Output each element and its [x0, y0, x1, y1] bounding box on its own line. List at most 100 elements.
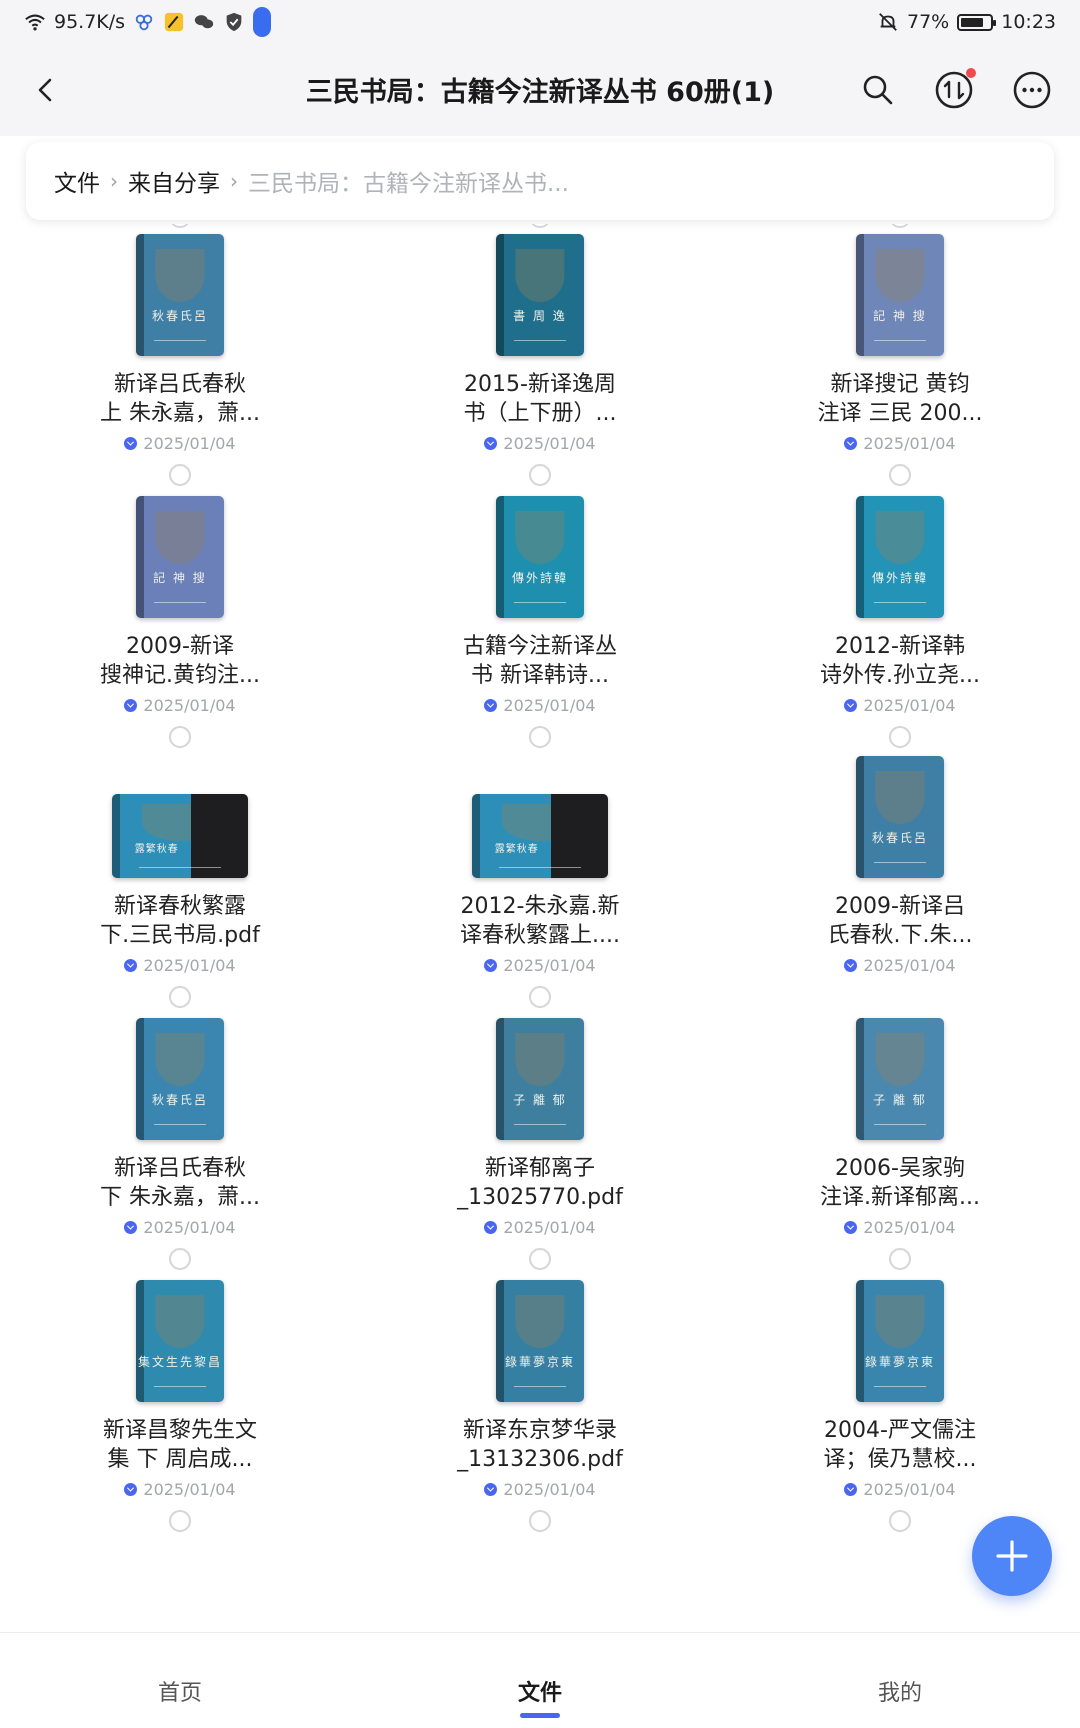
file-name-line2: _13132306.pdf [457, 1447, 623, 1472]
select-checkbox[interactable] [529, 1510, 551, 1532]
downloaded-icon [844, 437, 858, 450]
breadcrumb-shared[interactable]: 来自分享 [128, 164, 220, 198]
cover-title: 傳外詩韓 [871, 571, 928, 586]
file-name-line2: 诗外传.孙立尧... [820, 663, 980, 688]
select-checkbox[interactable] [169, 1248, 191, 1270]
book-cover-thumbnail: 秋春氏呂 [136, 1018, 224, 1140]
file-item[interactable]: 子 離 郁新译郁离子 _13025770.pdf 2025/01/04 [360, 1018, 720, 1237]
file-date: 2025/01/04 [503, 434, 596, 453]
file-name-line2: 注译.新译郁离... [820, 1185, 980, 1210]
file-date: 2025/01/04 [503, 956, 596, 975]
select-checkbox[interactable] [169, 464, 191, 486]
pen-app-icon [164, 12, 184, 32]
file-name: 新译吕氏春秋下 朱永嘉，萧... [95, 1154, 265, 1212]
downloaded-icon [844, 1221, 858, 1234]
file-item[interactable]: 秋春氏呂 2009-新译吕 氏春秋.下.朱... 2025/01/04 [720, 756, 1080, 975]
battery-percent: 77% [907, 11, 950, 33]
select-checkbox[interactable] [169, 986, 191, 1008]
chevron-right-icon: › [230, 169, 238, 193]
mute-icon [879, 13, 897, 31]
book-cover-thumbnail: 錄華夢京東 [856, 1280, 944, 1402]
file-item[interactable]: 傳外詩韓 2012-新译韩 诗外传.孙立尧... 2025/01/04 [720, 496, 1080, 715]
downloaded-icon [484, 437, 498, 450]
file-date-row: 2025/01/04 [484, 434, 596, 453]
file-name-line1: 2012-朱永嘉.新 [460, 894, 620, 919]
file-item[interactable]: 秋春氏呂新译吕氏春秋下 朱永嘉，萧... 2025/01/04 [0, 1018, 360, 1237]
file-date-row: 2025/01/04 [484, 696, 596, 715]
file-item[interactable]: 集文生先黎昌 新译昌黎先生文集 下 周启成... 2025/01/04 [0, 1280, 360, 1499]
file-name: 2009-新译 搜神记.黄钧注... [95, 632, 265, 690]
file-name-line1: 新译郁离子 [484, 1156, 595, 1181]
file-name: 2009-新译吕 氏春秋.下.朱... [815, 892, 985, 950]
back-button[interactable] [22, 66, 70, 114]
file-item[interactable]: 子 離 郁 2006-吴家驹 注译.新译郁离... 2025/01/04 [720, 1018, 1080, 1237]
app-notification-icon [135, 14, 153, 31]
status-bar: 95.7K/s 77% 10:23 [0, 0, 1080, 44]
select-checkbox[interactable] [529, 224, 551, 228]
select-checkbox[interactable] [889, 1248, 911, 1270]
file-item[interactable]: 記 神 搜新译搜记 黄钧 注译 三民 200... 2025/01/04 [720, 234, 1080, 453]
file-name-line2: 注译 三民 200... [817, 401, 983, 426]
file-date-row: 2025/01/04 [844, 434, 956, 453]
nav-tab-1[interactable]: 文件 [360, 1633, 720, 1728]
file-name-line1: 新译吕氏春秋 [113, 1156, 246, 1181]
file-name-line2: 译；侯乃慧校... [823, 1447, 977, 1472]
select-checkbox[interactable] [169, 1510, 191, 1532]
file-name-line1: 2015-新译逸周 [464, 372, 616, 397]
file-item[interactable]: 露繁秋春 新译春秋繁露 下.三民书局.pdf 2025/01/04 [0, 756, 360, 975]
shield-icon [226, 12, 242, 32]
file-date-row: 2025/01/04 [124, 956, 236, 975]
select-checkbox[interactable] [529, 726, 551, 748]
file-name-line2: 下 朱永嘉，萧... [100, 1185, 260, 1210]
file-date: 2025/01/04 [863, 696, 956, 715]
search-icon [863, 75, 893, 105]
file-date: 2025/01/04 [143, 1218, 236, 1237]
plus-icon [996, 1540, 1028, 1572]
file-item[interactable]: 露繁秋春 2012-朱永嘉.新 译春秋繁露上.... 2025/01/04 [360, 756, 720, 975]
file-date-row: 2025/01/04 [124, 1218, 236, 1237]
net-speed: 95.7K/s [54, 11, 126, 33]
nav-tab-2[interactable]: 我的 [720, 1633, 1080, 1728]
file-item[interactable]: 秋春氏呂 新译吕氏春秋上 朱永嘉，萧... 2025/01/04 [0, 234, 360, 453]
app-header: 三民书局：古籍今注新译丛书 60册(1) [0, 44, 1080, 136]
back-arrow-icon [38, 78, 52, 102]
app-pill-icon [253, 7, 272, 37]
more-button[interactable] [1008, 66, 1056, 114]
file-name-line2: 下.三民书局.pdf [100, 923, 260, 948]
select-checkbox[interactable] [889, 726, 911, 748]
file-item[interactable]: 錄華夢京東 2004-严文儒注 译；侯乃慧校... 2025/01/04 [720, 1280, 1080, 1499]
file-grid: 秋春氏呂 新译吕氏春秋上 朱永嘉，萧... 2025/01/04 書 周 逸 2015-… [0, 224, 1080, 1632]
downloaded-icon [484, 1221, 498, 1234]
select-checkbox[interactable] [169, 224, 191, 228]
file-item[interactable]: 錄華夢京東 新译东京梦华录 _13132306.pdf 2025/01/04 [360, 1280, 720, 1499]
breadcrumb: 文件 › 来自分享 › 三民书局：古籍今注新译丛书... [26, 142, 1054, 220]
select-checkbox[interactable] [169, 726, 191, 748]
select-checkbox[interactable] [529, 464, 551, 486]
file-date: 2025/01/04 [863, 1218, 956, 1237]
file-date: 2025/01/04 [143, 434, 236, 453]
file-date: 2025/01/04 [143, 696, 236, 715]
select-checkbox[interactable] [889, 464, 911, 486]
search-button[interactable] [854, 66, 902, 114]
file-item[interactable]: 書 周 逸 2015-新译逸周 书（上下册）... 2025/01/04 [360, 234, 720, 453]
transfer-button[interactable] [930, 66, 978, 114]
select-checkbox[interactable] [529, 986, 551, 1008]
file-name-line1: 2009-新译 [126, 634, 234, 659]
nav-tab-0[interactable]: 首页 [0, 1633, 360, 1728]
select-checkbox[interactable] [529, 1248, 551, 1270]
book-cover-thumbnail: 記 神 搜 [856, 234, 944, 356]
file-date-row: 2025/01/04 [844, 696, 956, 715]
file-name: 新译昌黎先生文集 下 周启成... [95, 1416, 265, 1474]
add-fab-button[interactable] [972, 1516, 1052, 1596]
file-date-row: 2025/01/04 [124, 434, 236, 453]
select-checkbox[interactable] [889, 1510, 911, 1532]
file-item[interactable]: 記 神 搜 2009-新译 搜神记.黄钧注... 2025/01/04 [0, 496, 360, 715]
cover-title: 記 神 搜 [873, 309, 927, 324]
file-date-row: 2025/01/04 [124, 696, 236, 715]
breadcrumb-root[interactable]: 文件 [54, 164, 100, 198]
file-item[interactable]: 傳外詩韓 古籍今注新译丛书 新译韩诗... 2025/01/04 [360, 496, 720, 715]
downloaded-icon [844, 959, 858, 972]
select-checkbox[interactable] [889, 224, 911, 228]
file-name-line1: 新译春秋繁露 [113, 894, 246, 919]
file-name: 2012-新译韩 诗外传.孙立尧... [815, 632, 985, 690]
